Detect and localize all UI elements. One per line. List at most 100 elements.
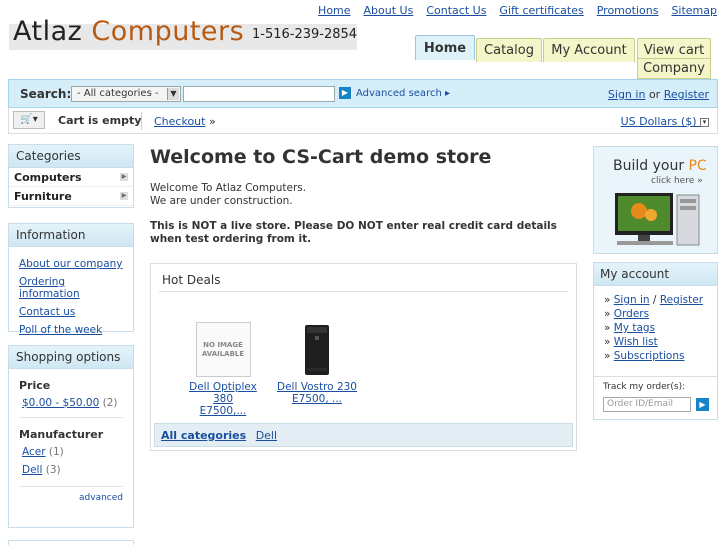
product-card[interactable]: Dell Vostro 230 E7500, ... [272,322,362,405]
information-block: Information About our company Ordering i… [8,223,134,336]
no-image-placeholder[interactable]: NO IMAGE AVAILABLE [195,322,251,377]
info-link-ordering[interactable]: Ordering information [19,276,123,300]
account-sign-in-link[interactable]: Sign in [614,294,650,306]
build-pc-banner[interactable]: Build your PC click here » [593,146,718,254]
manufacturer-count: (3) [45,464,61,476]
cart-status: Cart is empty [58,114,142,127]
top-link-about-us[interactable]: About Us [364,4,414,17]
auth-links: Sign in or Register [608,88,709,101]
chevron-down-icon: ▾ [32,114,38,125]
top-link-sitemap[interactable]: Sitemap [671,4,717,17]
currency-label: US Dollars ($) [620,115,697,128]
order-id-input[interactable]: Order ID/Email [603,397,691,412]
manufacturer-link[interactable]: Acer [22,446,46,458]
demo-warning: This is NOT a live store. Please DO NOT … [150,220,557,245]
shopping-options-title: Shopping options [9,346,133,369]
price-facet-title: Price [19,379,51,392]
my-account-title: My account [594,263,717,286]
double-arrow-icon: » [208,115,216,128]
hot-deals-block: Hot Deals NO IMAGE AVAILABLE Dell Optipl… [150,263,577,451]
all-categories-link[interactable]: All categories [161,429,246,442]
search-input[interactable] [183,86,335,102]
top-link-home[interactable]: Home [318,4,350,17]
bullet-icon: » [604,308,614,320]
category-item-computers[interactable]: Computers ▶ [9,168,133,187]
categories-title: Categories [9,145,133,168]
computer-image-icon [615,193,700,246]
category-label: Furniture [14,189,72,203]
tab-company[interactable]: Company [637,58,711,79]
tab-catalog[interactable]: Catalog [476,38,542,62]
search-bar: Search: - All categories - ▼ ▶ Advanced … [8,79,718,108]
account-register-link[interactable]: Register [660,294,703,306]
register-link[interactable]: Register [664,88,709,101]
intro-line: Welcome To Atlaz Computers. [150,182,307,194]
advanced-filter-link[interactable]: advanced [79,493,123,503]
top-link-gift-certificates[interactable]: Gift certificates [499,4,583,17]
banner-title: Build your PC [613,158,707,174]
manufacturer-row-dell: Dell (3) [19,464,123,476]
product-card[interactable]: NO IMAGE AVAILABLE Dell Optiplex 380 E750… [178,322,268,417]
account-auth-row: » Sign in / Register [604,294,717,306]
store-phone: 1-516-239-2854 [252,27,358,42]
advanced-search-label: Advanced search [356,88,442,99]
checkout-link[interactable]: Checkout [154,115,205,128]
cart-bar: 🛒▾ Cart is empty Checkout » US Dollars (… [8,108,718,134]
my-account-block: My account » Sign in / Register » Orders… [593,262,718,420]
price-range-link[interactable]: $0.00 - $50.00 [22,397,99,409]
currency-selector[interactable]: US Dollars ($) ▾ [621,115,709,128]
info-link-about[interactable]: About our company [19,258,123,270]
advanced-search-link[interactable]: Advanced search ▸ [356,88,450,99]
page-title: Welcome to CS-Cart demo store [150,146,492,168]
top-link-promotions[interactable]: Promotions [597,4,659,17]
top-links: Home About Us Contact Us Gift certificat… [318,4,717,17]
sign-in-link[interactable]: Sign in [608,88,646,101]
bullet-icon: » [604,336,614,348]
account-row: » Wish list [604,336,717,348]
cart-dropdown-button[interactable]: 🛒▾ [13,111,45,129]
arrow-right-icon: ▶ [341,88,349,97]
chevron-down-icon: ▼ [167,88,179,100]
category-select[interactable]: - All categories - ▼ [71,86,181,102]
or-text: or [648,88,661,101]
search-go-button[interactable]: ▶ [339,87,351,99]
categories-block: Categories Computers ▶ Furniture ▶ [8,144,134,208]
account-tags-link[interactable]: My tags [614,322,655,334]
manufacturer-count: (1) [48,446,64,458]
dell-link[interactable]: Dell [256,429,277,442]
divider [19,486,123,487]
bullet-icon: » [604,350,614,362]
track-orders-label: Track my order(s): [603,382,686,392]
product-name-link[interactable]: Dell Vostro 230 E7500, ... [272,381,362,405]
manufacturer-link[interactable]: Dell [22,464,42,476]
price-range-count: (2) [102,397,118,409]
chevron-right-icon: ▶ [120,173,128,181]
tab-my-account[interactable]: My Account [543,38,635,62]
no-image-label: NO IMAGE AVAILABLE [201,340,245,358]
divider [19,417,123,418]
track-orders: Track my order(s): Order ID/Email ▶ [594,376,717,412]
dropdown-icon: ▾ [700,117,709,127]
product-name-line: E7500, ... [291,393,343,405]
category-item-furniture[interactable]: Furniture ▶ [9,187,133,206]
banner-click-here: click here » [651,176,703,186]
top-link-contact-us[interactable]: Contact Us [426,4,486,17]
info-link-contact[interactable]: Contact us [19,306,123,318]
tab-home[interactable]: Home [415,35,475,60]
caret-right-icon: ▸ [444,88,451,99]
separator: / [652,294,657,306]
tower-pc-icon [305,324,329,375]
account-subscriptions-link[interactable]: Subscriptions [614,350,685,362]
logo[interactable]: Atlaz Computers [13,16,244,47]
info-link-poll[interactable]: Poll of the week [19,324,123,336]
account-row: » Subscriptions [604,350,717,362]
account-wishlist-link[interactable]: Wish list [614,336,658,348]
account-row: » Orders [604,308,717,320]
track-go-button[interactable]: ▶ [696,398,709,411]
product-name-link[interactable]: Dell Optiplex 380 E7500,... [178,381,268,417]
divider [159,291,568,292]
account-links: » Sign in / Register » Orders » My tags … [594,286,717,362]
product-image-tower-pc[interactable] [290,322,345,377]
account-orders-link[interactable]: Orders [614,308,649,320]
category-select-value: - All categories - [77,88,159,99]
